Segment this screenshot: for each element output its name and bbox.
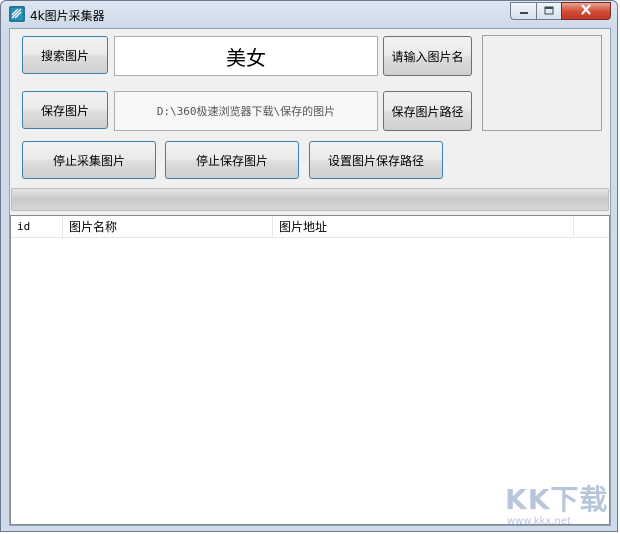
- maximize-icon: [544, 4, 554, 18]
- search-images-button[interactable]: 搜索图片: [22, 36, 108, 74]
- save-path-button[interactable]: 保存图片路径: [383, 91, 472, 131]
- stop-save-button[interactable]: 停止保存图片: [165, 141, 299, 179]
- maximize-button[interactable]: [536, 2, 562, 20]
- table-header: id 图片名称 图片地址: [11, 216, 609, 238]
- set-save-path-button[interactable]: 设置图片保存路径: [309, 141, 443, 179]
- minimize-button[interactable]: [510, 2, 537, 20]
- close-icon: [580, 4, 592, 18]
- window-title: 4k图片采集器: [30, 9, 105, 23]
- progress-bar: [11, 188, 609, 211]
- column-header-filler: [574, 216, 610, 237]
- title-bar[interactable]: 4k图片采集器: [1, 1, 617, 28]
- minimize-icon: [519, 4, 529, 18]
- save-path-input[interactable]: D:\360极速浏览器下载\保存的图片: [114, 91, 378, 131]
- close-button[interactable]: [561, 2, 611, 20]
- save-images-button[interactable]: 保存图片: [22, 91, 108, 129]
- image-list-table[interactable]: id 图片名称 图片地址: [10, 215, 610, 525]
- column-header-id[interactable]: id: [11, 216, 63, 237]
- image-preview: [482, 35, 602, 131]
- column-header-image-name[interactable]: 图片名称: [63, 216, 273, 237]
- search-keyword-input[interactable]: 美女: [114, 36, 378, 76]
- app-window: 4k图片采集器 搜索图片 美女 请输入图片名 保存图片 D:\360极速浏览器下…: [0, 0, 618, 532]
- column-header-image-url[interactable]: 图片地址: [273, 216, 574, 237]
- stop-collect-button[interactable]: 停止采集图片: [22, 141, 156, 179]
- enter-image-name-button[interactable]: 请输入图片名: [383, 36, 472, 76]
- client-area: 搜索图片 美女 请输入图片名 保存图片 D:\360极速浏览器下载\保存的图片 …: [9, 28, 611, 526]
- app-icon: [9, 6, 25, 22]
